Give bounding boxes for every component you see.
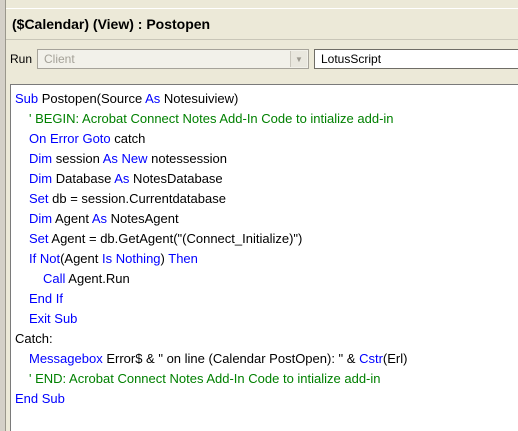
code-keyword: As — [114, 171, 130, 186]
code-keyword: Set — [29, 191, 49, 206]
code-text: db = session.Currentdatabase — [48, 191, 226, 206]
code-line[interactable]: Dim session As New notessession — [29, 149, 227, 169]
design-element-titlebar: ($Calendar) (View) : Postopen — [6, 8, 518, 40]
code-text: Notesuiview) — [160, 91, 239, 106]
code-text: catch — [110, 131, 146, 146]
run-target-select[interactable]: Client ▼ — [37, 49, 309, 69]
code-line[interactable]: Set db = session.Currentdatabase — [29, 189, 226, 209]
code-text: NotesAgent — [107, 211, 179, 226]
code-keyword: As — [145, 91, 161, 106]
code-line[interactable]: ' BEGIN: Acrobat Connect Notes Add-In Co… — [29, 109, 394, 129]
code-line[interactable]: Sub Postopen(Source As Notesuiview) — [15, 89, 238, 109]
code-keyword: Dim — [29, 211, 53, 226]
code-line[interactable]: ' END: Acrobat Connect Notes Add-In Code… — [29, 369, 381, 389]
code-comment: ' BEGIN: Acrobat Connect Notes Add-In Co… — [29, 111, 394, 126]
code-keyword: Dim — [29, 151, 53, 166]
run-label: Run — [10, 52, 33, 66]
code-text: Agent.Run — [65, 271, 130, 286]
code-keyword: End Sub — [15, 391, 65, 406]
code-line[interactable]: End If — [29, 289, 63, 309]
code-keyword: End If — [29, 291, 63, 306]
run-target-value: Client — [44, 52, 75, 66]
code-line[interactable]: Dim Agent As NotesAgent — [29, 209, 179, 229]
page-title: ($Calendar) (View) : Postopen — [12, 16, 211, 32]
code-text: Database — [52, 171, 115, 186]
code-text: (Erl) — [382, 351, 408, 366]
code-text: NotesDatabase — [129, 171, 223, 186]
code-line[interactable]: Exit Sub — [29, 309, 77, 329]
code-line[interactable]: Messagebox Error$ & " on line (Calendar … — [29, 349, 407, 369]
code-text: Postopen(Source — [41, 91, 146, 106]
language-field[interactable]: LotusScript — [314, 49, 518, 69]
code-keyword: Call — [43, 271, 66, 286]
code-keyword: Dim — [29, 171, 53, 186]
language-value: LotusScript — [321, 52, 382, 66]
code-keyword: Then — [168, 251, 198, 266]
code-keyword: Set — [29, 231, 49, 246]
code-keyword: As New — [102, 151, 148, 166]
code-line[interactable]: Call Agent.Run — [43, 269, 130, 289]
code-keyword: If Not — [29, 251, 61, 266]
run-bar: Run Client ▼ LotusScript — [6, 47, 518, 73]
code-comment: ' END: Acrobat Connect Notes Add-In Code… — [29, 371, 381, 386]
code-keyword: Is Nothing — [102, 251, 161, 266]
code-keyword: Sub — [15, 91, 42, 106]
code-line[interactable]: End Sub — [15, 389, 65, 409]
code-text: Agent — [52, 211, 92, 226]
code-text: (Agent — [60, 251, 102, 266]
code-text: Error$ & " on line (Calendar PostOpen): … — [102, 351, 360, 366]
code-line[interactable]: Set Agent = db.GetAgent("(Connect_Initia… — [29, 229, 302, 249]
code-keyword: Exit Sub — [29, 311, 78, 326]
code-text: Agent = db.GetAgent("(Connect_Initialize… — [48, 231, 303, 246]
code-editor[interactable]: Sub Postopen(Source As Notesuiview) ' BEG… — [10, 84, 518, 431]
code-line[interactable]: Dim Database As NotesDatabase — [29, 169, 223, 189]
code-keyword: On Error Goto — [29, 131, 111, 146]
code-keyword: Cstr — [359, 351, 383, 366]
code-text: session — [52, 151, 103, 166]
code-line[interactable]: If Not(Agent Is Nothing) Then — [29, 249, 198, 269]
chevron-down-icon[interactable]: ▼ — [290, 51, 307, 67]
code-line[interactable]: Catch: — [15, 329, 53, 349]
code-keyword: As — [91, 211, 108, 226]
code-text: notessession — [147, 151, 227, 166]
code-keyword: Messagebox — [29, 351, 103, 366]
code-text: Catch: — [15, 331, 53, 346]
code-line[interactable]: On Error Goto catch — [29, 129, 145, 149]
